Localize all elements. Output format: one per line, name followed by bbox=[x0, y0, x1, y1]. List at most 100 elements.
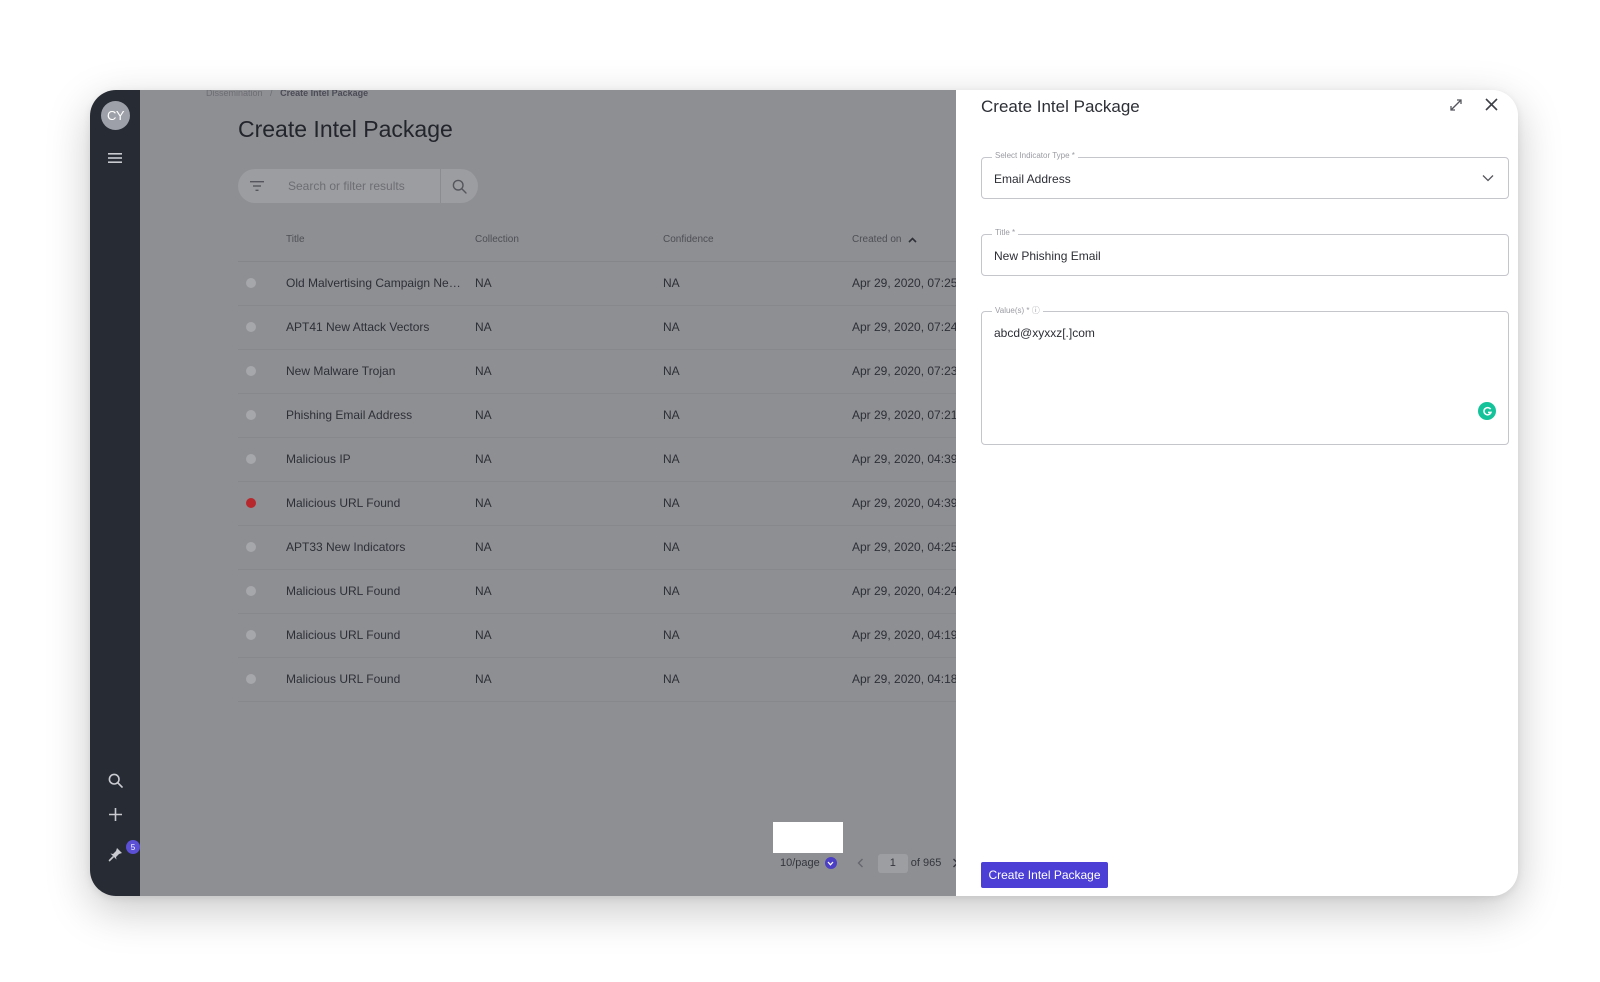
row-confidence: NA bbox=[663, 408, 680, 422]
table-row[interactable]: Old Malvertising Campaign New... NA NA Apr … bbox=[238, 262, 979, 306]
status-dot bbox=[246, 586, 256, 596]
row-confidence: NA bbox=[663, 276, 680, 290]
row-collection: NA bbox=[475, 672, 492, 686]
table-row[interactable]: APT33 New Indicators NA NA Apr 29, 2020, 04… bbox=[238, 526, 979, 570]
table-header: Title Collection Confidence Created on bbox=[238, 228, 956, 262]
main-content: Dissemination / Create Intel Package Cre… bbox=[140, 90, 979, 896]
row-confidence: NA bbox=[663, 628, 680, 642]
pagination: 10/page 1 of 965 bbox=[780, 850, 969, 876]
app-window: CY 5 Dissemination / Create Intel Packag… bbox=[90, 90, 1518, 896]
table-row[interactable]: New Malware Trojan NA NA Apr 29, 2020, 07:2… bbox=[238, 350, 979, 394]
row-confidence: NA bbox=[663, 364, 680, 378]
row-confidence: NA bbox=[663, 540, 680, 554]
sidebar: CY 5 bbox=[90, 90, 140, 896]
page-total: of 965 bbox=[910, 857, 942, 869]
row-confidence: NA bbox=[663, 584, 680, 598]
table-row[interactable]: Malicious URL Found NA NA Apr 29, 2020, 04:… bbox=[238, 570, 979, 614]
column-header-created-on[interactable]: Created on bbox=[852, 234, 918, 245]
table-row[interactable]: Malicious URL Found NA NA Apr 29, 2020, 04:… bbox=[238, 614, 979, 658]
row-title[interactable]: Malicious URL Found bbox=[286, 672, 466, 686]
row-collection: NA bbox=[475, 408, 492, 422]
table-row[interactable]: Phishing Email Address NA NA Apr 29, 2020, … bbox=[238, 394, 979, 438]
row-title[interactable]: Malicious URL Found bbox=[286, 584, 466, 598]
title-input[interactable] bbox=[994, 235, 1474, 277]
row-title[interactable]: Malicious URL Found bbox=[286, 496, 466, 510]
row-collection: NA bbox=[475, 276, 492, 290]
chevron-down-icon bbox=[824, 857, 837, 869]
pin-icon[interactable]: 5 bbox=[103, 840, 140, 866]
blank-tooltip bbox=[773, 822, 843, 853]
chevron-down-icon bbox=[1482, 175, 1494, 182]
status-dot bbox=[246, 410, 256, 420]
avatar[interactable]: CY bbox=[101, 101, 130, 130]
table-row[interactable]: Malicious IP NA NA Apr 29, 2020, 04:39 PM bbox=[238, 438, 979, 482]
row-confidence: NA bbox=[663, 320, 680, 334]
column-header-confidence[interactable]: Confidence bbox=[663, 234, 714, 245]
breadcrumb-separator: / bbox=[270, 90, 273, 98]
breadcrumb: Dissemination / Create Intel Package bbox=[206, 90, 368, 98]
title-field: Title * bbox=[981, 228, 1509, 277]
expand-icon[interactable] bbox=[1445, 94, 1467, 116]
row-collection: NA bbox=[475, 452, 492, 466]
page-size-label: 10/page bbox=[780, 857, 820, 869]
status-dot bbox=[246, 278, 256, 288]
page-title: Create Intel Package bbox=[238, 116, 453, 142]
row-collection: NA bbox=[475, 628, 492, 642]
indicator-type-select[interactable]: Select Indicator Type * Email Address bbox=[981, 151, 1509, 199]
row-title[interactable]: New Malware Trojan bbox=[286, 364, 466, 378]
indicator-type-label: Select Indicator Type * bbox=[992, 151, 1078, 160]
row-collection: NA bbox=[475, 496, 492, 510]
intel-table: Title Collection Confidence Created on O… bbox=[238, 228, 979, 702]
values-textarea-content[interactable]: abcd@xyxxz[.]com bbox=[994, 326, 1095, 340]
status-dot bbox=[246, 454, 256, 464]
sort-ascending-icon[interactable] bbox=[908, 236, 918, 243]
page-number-input[interactable]: 1 bbox=[877, 853, 908, 873]
filter-icon[interactable] bbox=[238, 169, 276, 203]
close-icon[interactable] bbox=[1480, 93, 1502, 115]
status-dot bbox=[246, 630, 256, 640]
row-title[interactable]: Old Malvertising Campaign New... bbox=[286, 276, 466, 290]
table-row[interactable]: APT41 New Attack Vectors NA NA Apr 29, 2020… bbox=[238, 306, 979, 350]
page-size-select[interactable]: 10/page bbox=[780, 857, 837, 869]
status-dot bbox=[246, 498, 256, 508]
column-header-created-on-label: Created on bbox=[852, 234, 902, 245]
row-title[interactable]: Malicious IP bbox=[286, 452, 466, 466]
prev-page-icon[interactable] bbox=[851, 853, 871, 873]
row-title[interactable]: Phishing Email Address bbox=[286, 408, 466, 422]
row-confidence: NA bbox=[663, 452, 680, 466]
table-row[interactable]: Malicious URL Found NA NA Apr 29, 2020, 04:… bbox=[238, 658, 979, 702]
status-dot bbox=[246, 322, 256, 332]
notification-badge: 5 bbox=[126, 840, 140, 854]
row-confidence: NA bbox=[663, 496, 680, 510]
grammarly-icon[interactable] bbox=[1478, 402, 1496, 420]
panel-title: Create Intel Package bbox=[981, 97, 1140, 116]
indicator-type-value: Email Address bbox=[994, 172, 1071, 186]
table-row[interactable]: Malicious URL Found NA NA Apr 29, 2020, 04:… bbox=[238, 482, 979, 526]
breadcrumb-parent[interactable]: Dissemination bbox=[206, 90, 263, 98]
row-confidence: NA bbox=[663, 672, 680, 686]
status-dot bbox=[246, 542, 256, 552]
row-title[interactable]: Malicious URL Found bbox=[286, 628, 466, 642]
row-collection: NA bbox=[475, 540, 492, 554]
row-collection: NA bbox=[475, 584, 492, 598]
search-icon[interactable] bbox=[103, 768, 127, 792]
row-collection: NA bbox=[475, 364, 492, 378]
create-intel-package-panel: Create Intel Package Select Indicator Ty… bbox=[956, 90, 1518, 896]
search-bar bbox=[238, 169, 478, 203]
hamburger-icon[interactable] bbox=[103, 146, 127, 170]
row-collection: NA bbox=[475, 320, 492, 334]
values-field-label: Value(s) * ⓘ bbox=[992, 305, 1043, 316]
status-dot bbox=[246, 366, 256, 376]
row-title[interactable]: APT41 New Attack Vectors bbox=[286, 320, 466, 334]
column-header-collection[interactable]: Collection bbox=[475, 234, 519, 245]
column-header-title[interactable]: Title bbox=[286, 234, 305, 245]
plus-icon[interactable] bbox=[103, 802, 127, 826]
search-input[interactable] bbox=[276, 169, 440, 203]
create-intel-package-button[interactable]: Create Intel Package bbox=[981, 862, 1108, 888]
row-title[interactable]: APT33 New Indicators bbox=[286, 540, 466, 554]
values-field[interactable]: Value(s) * ⓘ abcd@xyxxz[.]com bbox=[981, 305, 1509, 445]
breadcrumb-current: Create Intel Package bbox=[280, 90, 369, 98]
search-divider bbox=[440, 169, 441, 203]
search-icon[interactable] bbox=[442, 169, 476, 203]
status-dot bbox=[246, 674, 256, 684]
